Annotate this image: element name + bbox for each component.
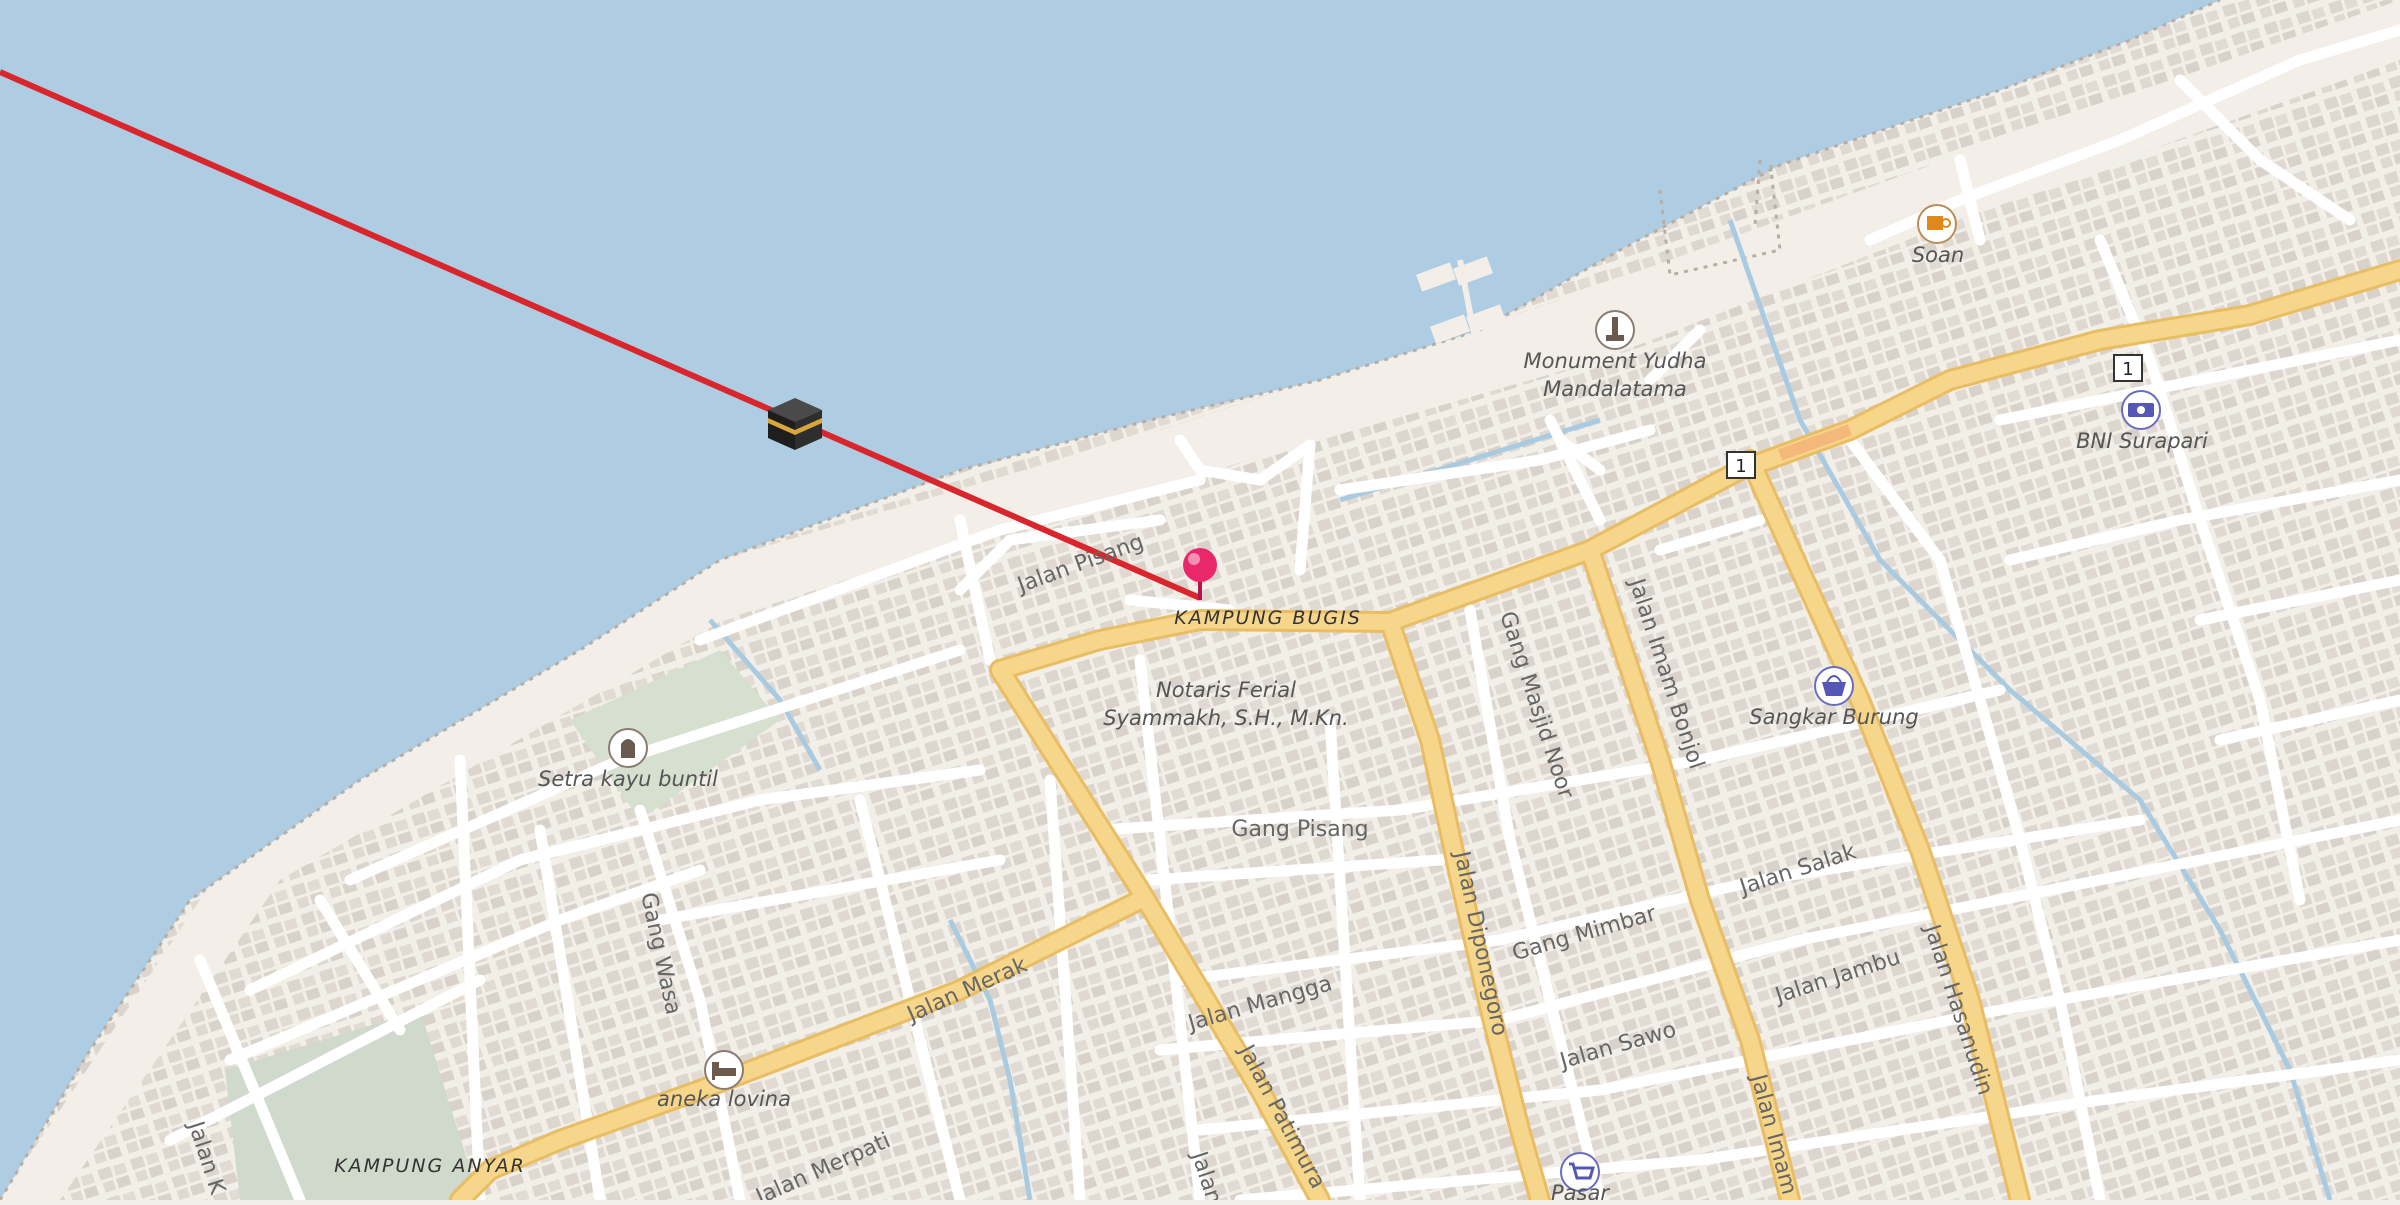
- poi-label-monument: Mandalatama: [1543, 377, 1687, 401]
- poi-label-pasar: Pasar: [1551, 1181, 1610, 1200]
- route-shield: 1: [1726, 451, 1756, 479]
- area-label-kampung-anyar: KAMPUNG ANYAR: [334, 1155, 526, 1177]
- poi-label-soan: Soan: [1912, 243, 1964, 267]
- bank-icon[interactable]: [2121, 390, 2161, 430]
- cemetery-icon[interactable]: [608, 728, 648, 768]
- area-label-kampung-bugis: KAMPUNG BUGIS: [1174, 607, 1362, 629]
- hotel-bed-icon[interactable]: [704, 1050, 744, 1090]
- route-shield-number: 1: [2122, 359, 2133, 380]
- route-shield: 1: [2113, 354, 2143, 382]
- monument-icon[interactable]: [1595, 310, 1635, 350]
- poi-label-notaris: Syammakh, S.H., M.Kn.: [1103, 706, 1349, 730]
- cafe-icon[interactable]: [1917, 204, 1957, 244]
- map-view[interactable]: 1 1 KAMPUNG BUGIS KAMPUNG ANYAR Jalan Pi…: [0, 0, 2400, 1205]
- poi-label-setra: Setra kayu buntil: [538, 767, 718, 791]
- poi-label-monument: Monument Yudha: [1524, 349, 1707, 373]
- route-shield-number: 1: [1735, 456, 1746, 477]
- shop-basket-icon[interactable]: [1814, 666, 1854, 706]
- poi-label-bni: BNI Surapari: [2076, 429, 2208, 453]
- street-label: Gang Pisang: [1231, 817, 1368, 842]
- poi-label-aneka: aneka lovina: [657, 1087, 791, 1111]
- poi-label-notaris: Notaris Ferial: [1156, 678, 1296, 702]
- map-canvas[interactable]: 1 1 KAMPUNG BUGIS KAMPUNG ANYAR Jalan Pi…: [0, 0, 2400, 1205]
- poi-label-sangkar: Sangkar Burung: [1749, 705, 1918, 729]
